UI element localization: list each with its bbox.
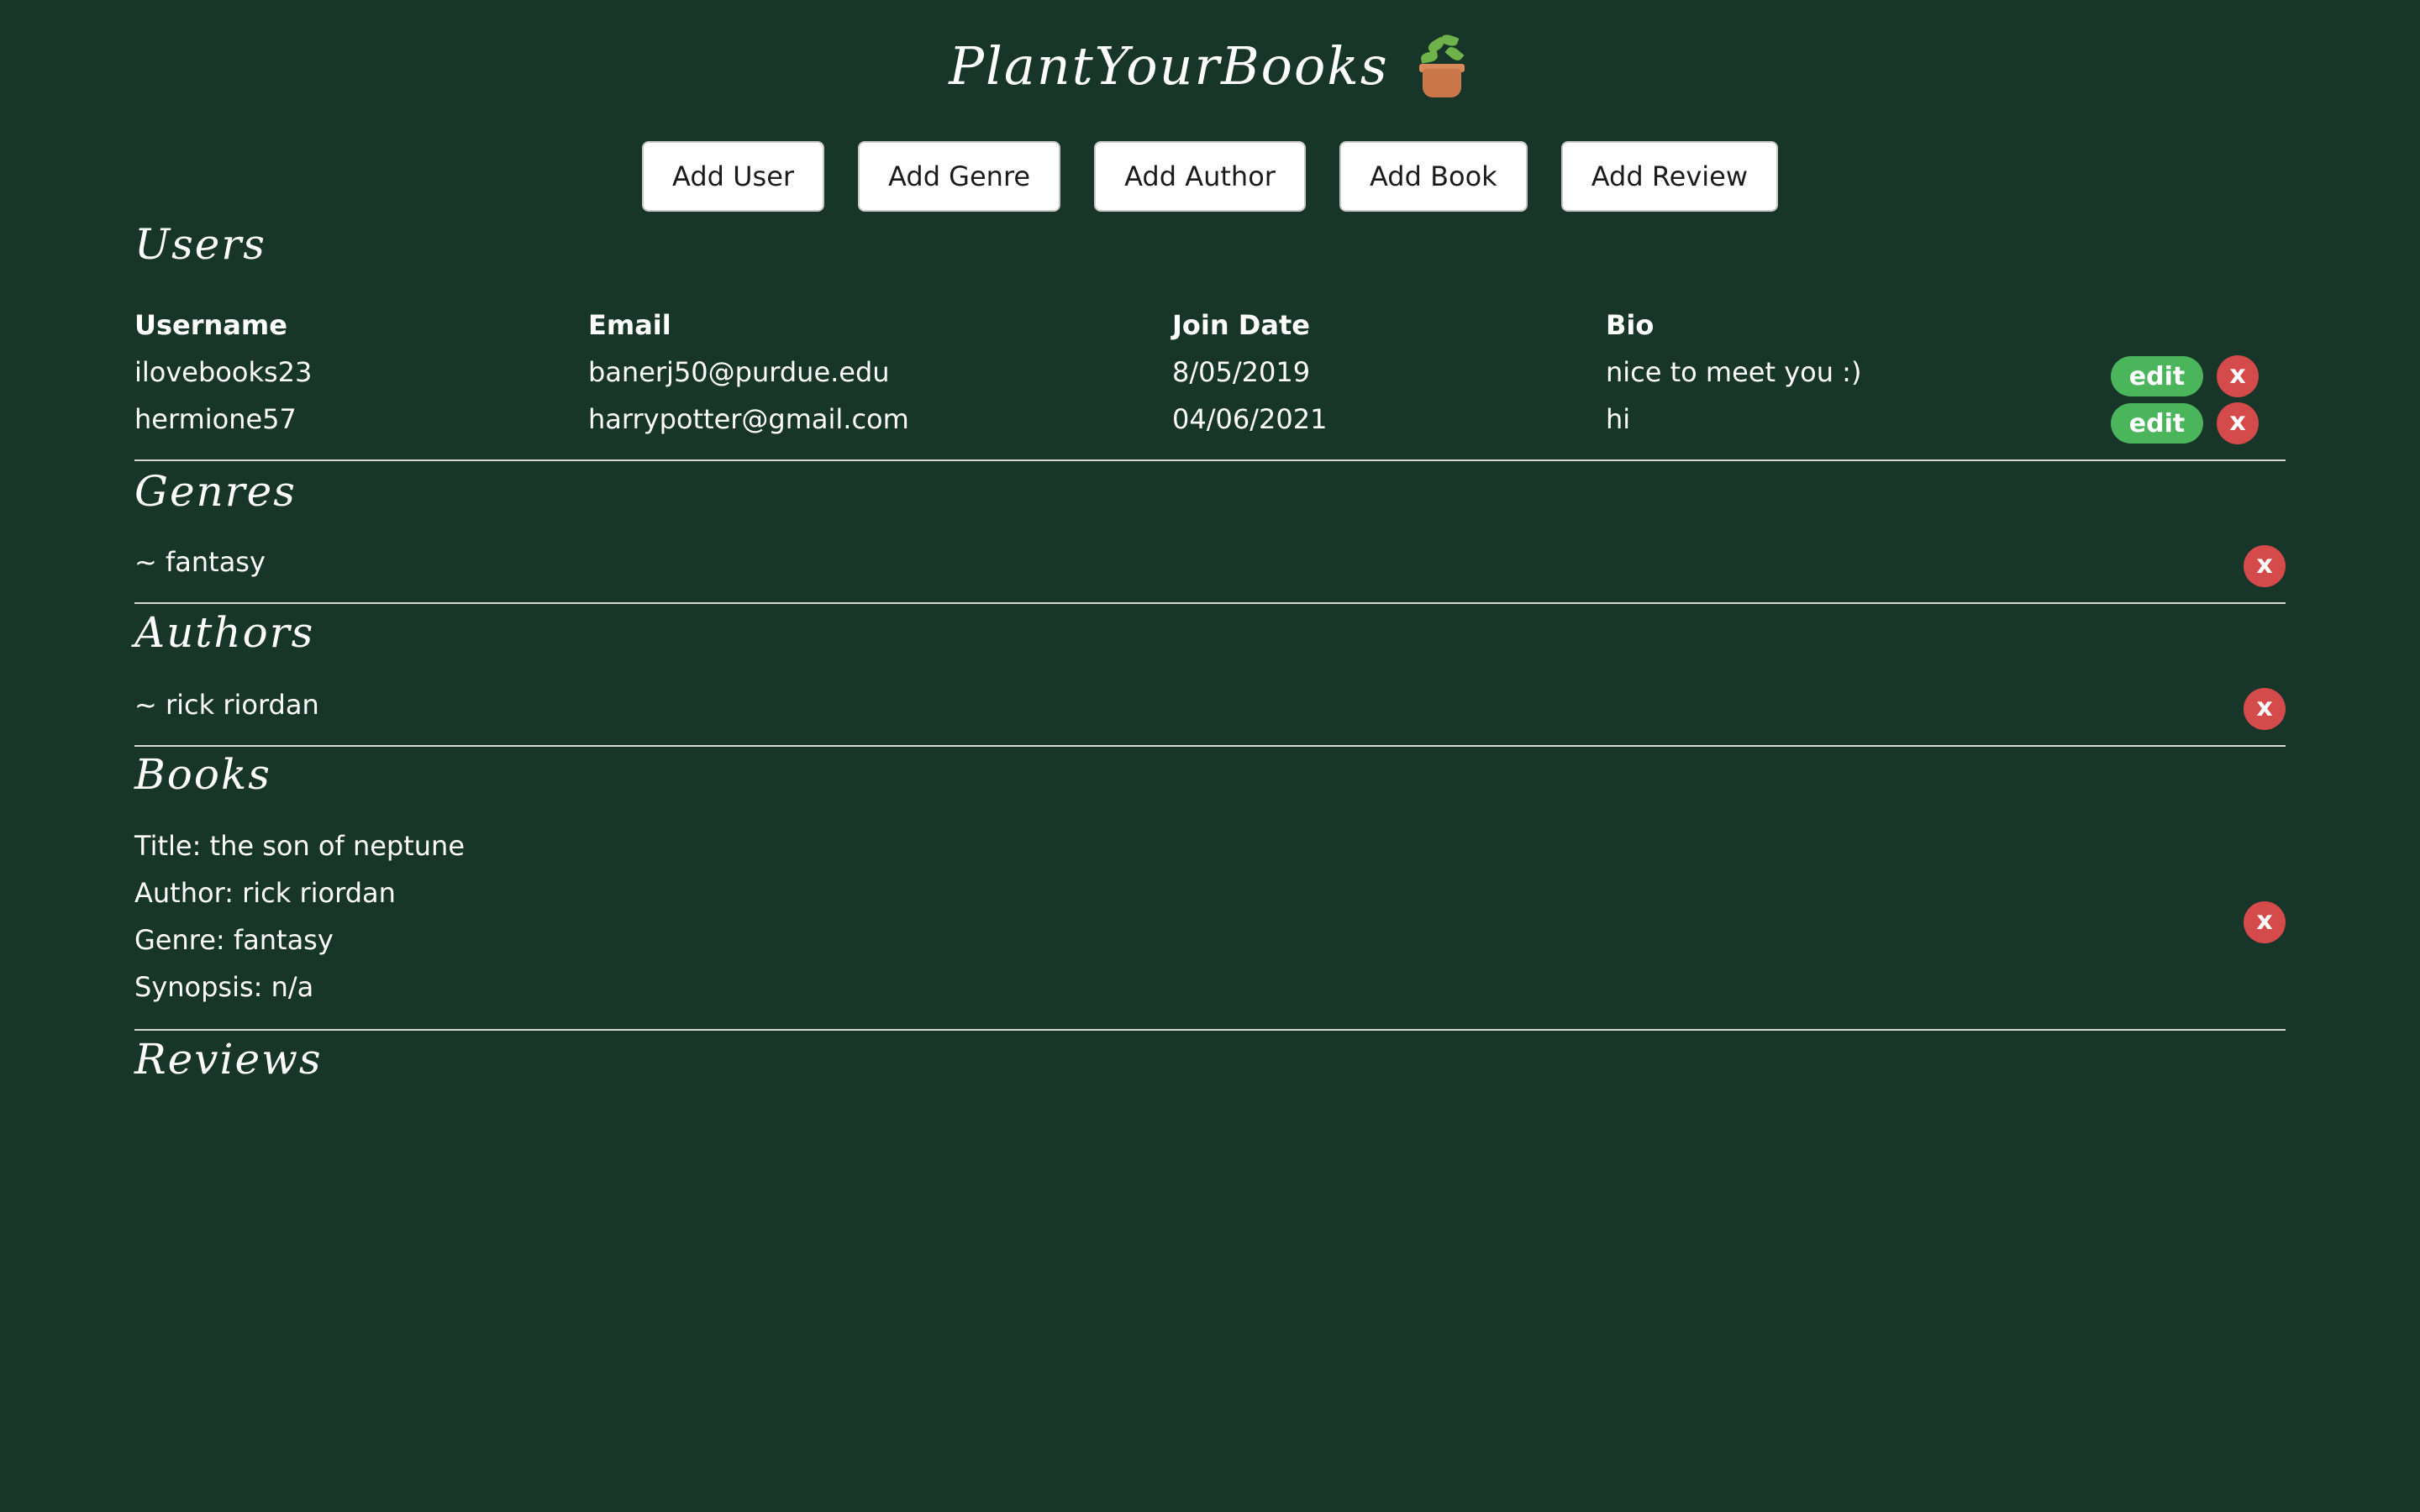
add-user-button[interactable]: Add User bbox=[641, 141, 825, 212]
edit-user-button[interactable]: edit bbox=[2111, 403, 2203, 444]
section-divider bbox=[134, 745, 2286, 747]
user-email: banerj50@purdue.edu bbox=[588, 356, 890, 388]
user-join-date: 8/05/2019 bbox=[1172, 356, 1311, 388]
section-divider bbox=[134, 602, 2286, 604]
user-bio: hi bbox=[1606, 403, 1631, 435]
column-header-join-date: Join Date bbox=[1172, 309, 1310, 341]
delete-genre-button[interactable]: x bbox=[2244, 545, 2286, 587]
users-heading: Users bbox=[134, 220, 266, 269]
potted-plant-icon bbox=[1413, 32, 1471, 97]
toolbar: Add User Add Genre Add Author Add Book A… bbox=[0, 141, 2420, 212]
user-bio: nice to meet you :) bbox=[1606, 356, 1862, 388]
user-username: ilovebooks23 bbox=[134, 356, 313, 388]
app-title: PlantYourBooks bbox=[949, 34, 1389, 97]
app-title-wrap: PlantYourBooks bbox=[949, 32, 1471, 97]
add-book-button[interactable]: Add Book bbox=[1339, 141, 1528, 212]
add-author-button[interactable]: Add Author bbox=[1094, 141, 1306, 212]
genre-name: ~ fantasy bbox=[134, 546, 266, 578]
book-genre: Genre: fantasy bbox=[134, 924, 334, 956]
column-header-bio: Bio bbox=[1606, 309, 1655, 341]
section-divider bbox=[134, 1029, 2286, 1031]
column-header-username: Username bbox=[134, 309, 287, 341]
add-genre-button[interactable]: Add Genre bbox=[858, 141, 1061, 212]
delete-book-button[interactable]: x bbox=[2244, 901, 2286, 943]
book-title: Title: the son of neptune bbox=[134, 830, 466, 862]
genres-heading: Genres bbox=[134, 467, 297, 516]
delete-user-button[interactable]: x bbox=[2217, 402, 2259, 444]
delete-user-button[interactable]: x bbox=[2217, 355, 2259, 397]
user-username: hermione57 bbox=[134, 403, 297, 435]
add-review-button[interactable]: Add Review bbox=[1560, 141, 1778, 212]
book-author: Author: rick riordan bbox=[134, 877, 396, 909]
user-email: harrypotter@gmail.com bbox=[588, 403, 909, 435]
book-synopsis: Synopsis: n/a bbox=[134, 971, 314, 1003]
delete-author-button[interactable]: x bbox=[2244, 688, 2286, 730]
column-header-email: Email bbox=[588, 309, 671, 341]
user-join-date: 04/06/2021 bbox=[1172, 403, 1328, 435]
authors-heading: Authors bbox=[134, 608, 315, 657]
books-heading: Books bbox=[134, 750, 271, 799]
author-name: ~ rick riordan bbox=[134, 689, 319, 721]
edit-user-button[interactable]: edit bbox=[2111, 356, 2203, 396]
section-divider bbox=[134, 459, 2286, 461]
reviews-heading: Reviews bbox=[134, 1035, 323, 1084]
app-header: PlantYourBooks bbox=[0, 32, 2420, 118]
